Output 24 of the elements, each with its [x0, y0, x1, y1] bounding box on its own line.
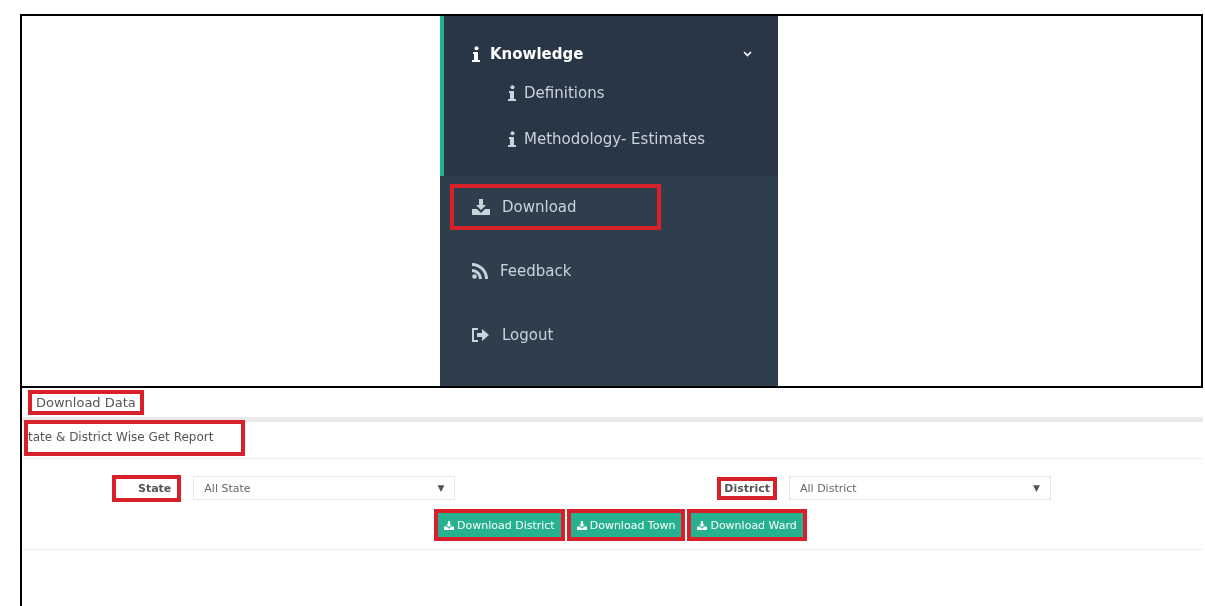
download-icon	[472, 199, 490, 215]
download-icon	[697, 520, 708, 530]
menu-item[interactable]: Knowledge	[444, 38, 778, 70]
menu-item[interactable]: Download	[450, 184, 661, 230]
field-label: District	[721, 480, 773, 496]
chevron-icon	[743, 51, 752, 57]
field-label: State	[116, 478, 178, 498]
info-icon	[508, 131, 516, 147]
caret-icon: ▼	[437, 483, 445, 493]
dropdown[interactable]: All State ▼	[193, 476, 456, 500]
submenu-item[interactable]: Methodology- Estimates	[444, 116, 778, 162]
submenu-item[interactable]: Definitions	[444, 70, 778, 116]
download-icon	[576, 520, 587, 530]
caret-icon: ▼	[1033, 483, 1040, 493]
menu-item[interactable]: Logout	[450, 312, 576, 358]
info-icon	[508, 85, 516, 101]
download-icon	[444, 520, 454, 530]
rss-icon	[472, 263, 488, 279]
logout-icon	[472, 327, 490, 343]
section-title: tate & District Wise Get Report	[28, 424, 242, 452]
menu-item[interactable]: Feedback	[450, 248, 594, 294]
panel-title: Download Data	[32, 394, 140, 411]
dropdown[interactable]: All District ▼	[789, 476, 1051, 500]
info-icon	[472, 46, 480, 62]
